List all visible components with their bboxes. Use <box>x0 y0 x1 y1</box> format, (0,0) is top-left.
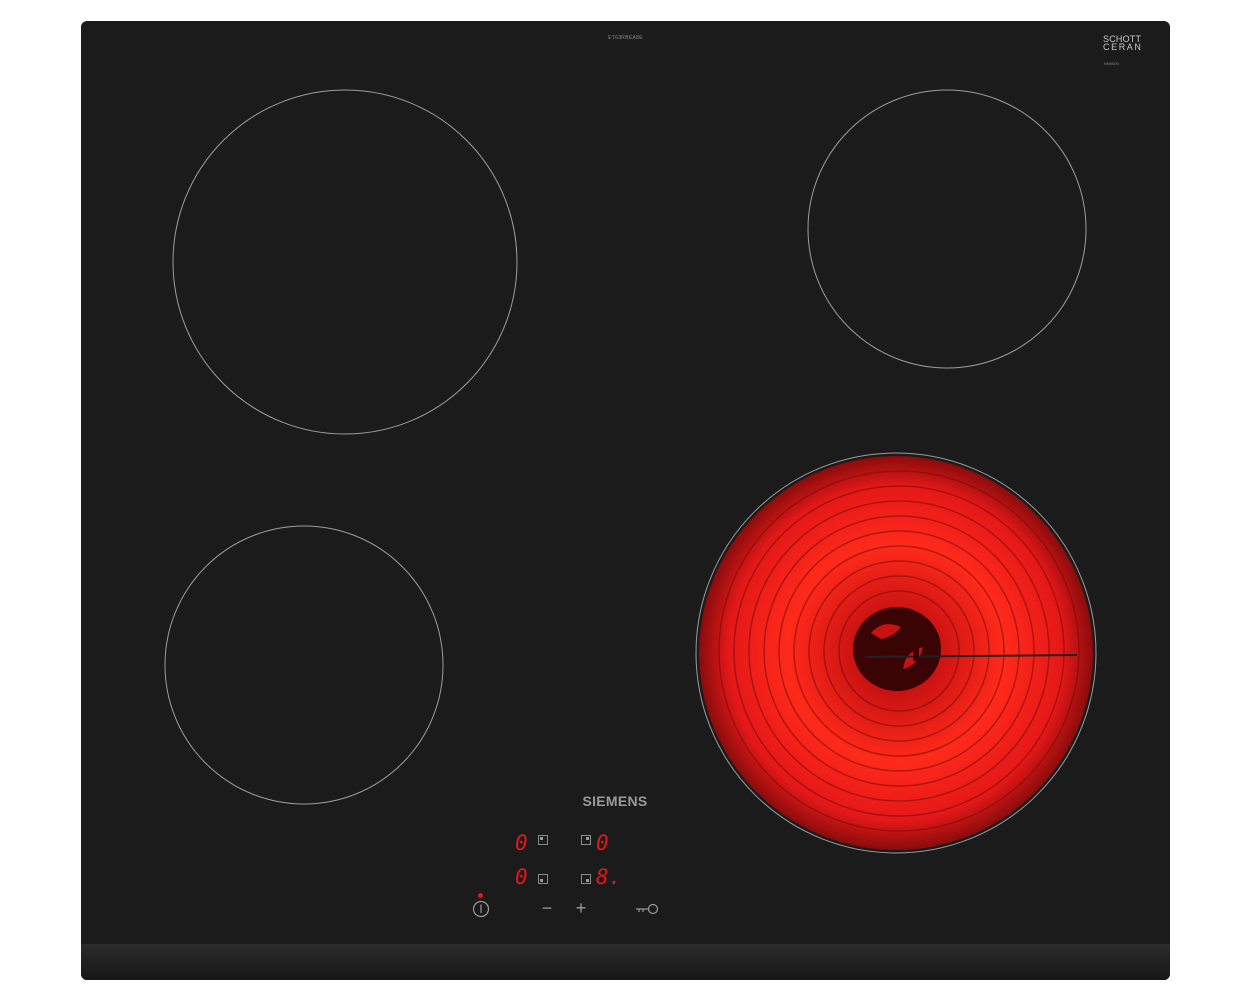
zone-indicator-front-left-icon <box>538 874 548 884</box>
plus-button[interactable]: + <box>571 899 591 917</box>
power-indicator-led <box>478 893 483 898</box>
ceramic-hob: ET63RBEA8E SCHOTT CERAN NN0000 SIEMENS 0… <box>81 21 1170 980</box>
display-rear-left: 0 <box>515 831 528 855</box>
zone-front-right-heating <box>695 452 1097 854</box>
power-icon[interactable] <box>472 900 490 918</box>
zone-front-left <box>164 525 444 805</box>
display-front-right: 8. <box>596 865 622 889</box>
zone-indicator-rear-right-icon <box>581 835 591 845</box>
cooking-zones <box>164 89 1097 854</box>
minus-button[interactable]: − <box>537 899 557 917</box>
zone-rear-left <box>172 89 518 435</box>
brand-logo: SIEMENS <box>582 793 648 809</box>
zone-indicator-front-right-icon <box>581 874 591 884</box>
key-lock-icon[interactable] <box>635 903 659 915</box>
zone-indicator-rear-left-icon <box>538 835 548 845</box>
display-rear-right: 0 <box>596 831 609 855</box>
display-front-left: 0 <box>515 865 528 889</box>
zone-rear-right <box>807 89 1087 369</box>
